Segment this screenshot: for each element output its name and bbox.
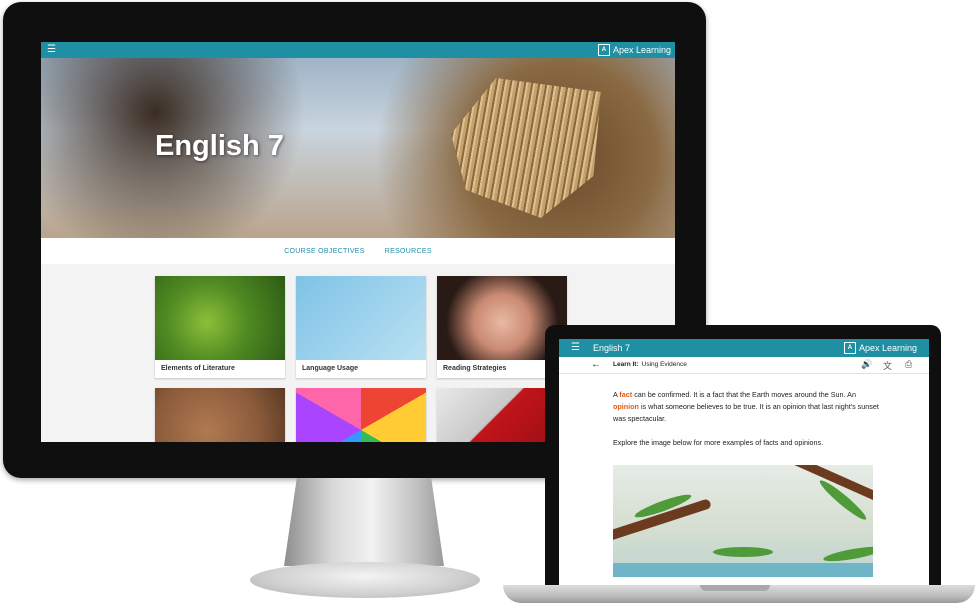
apex-logo-icon: A (597, 44, 610, 56)
breadcrumb: Learn It: Using Evidence (613, 361, 687, 368)
breadcrumb-section: Learn It: (613, 361, 639, 368)
unit-card-language-usage[interactable]: Language Usage (296, 276, 426, 378)
water (613, 563, 873, 577)
card-image (155, 276, 285, 360)
laptop-notch (700, 585, 770, 591)
lesson-content: A fact can be confirmed. It is a fact th… (613, 389, 883, 461)
unit-card-elements-of-literature[interactable]: Elements of Literature (155, 276, 285, 378)
course-hero-banner: English 7 (41, 58, 675, 238)
breadcrumb-topic: Using Evidence (641, 361, 687, 368)
menu-icon[interactable]: ☰ (571, 342, 580, 353)
monitor-stand-base (250, 562, 480, 598)
unit-card-5[interactable] (296, 388, 426, 442)
apex-logo-icon: A (843, 342, 856, 354)
translate-icon[interactable]: 文 (883, 359, 892, 372)
laptop: ☰ English 7 A Apex Learning ← Learn It: U… (545, 325, 941, 587)
card-image (296, 388, 426, 442)
interactive-lizard-image[interactable] (613, 465, 873, 577)
card-label: Language Usage (302, 365, 359, 372)
laptop-topbar: ☰ English 7 A Apex Learning (559, 339, 929, 357)
lizard-hotspot[interactable] (822, 543, 873, 565)
print-icon[interactable]: ⎙ (905, 359, 912, 370)
monitor-stand (284, 478, 444, 566)
brand-logo: A Apex Learning (843, 342, 917, 354)
book-illustration (451, 78, 601, 218)
course-nav: COURSE OBJECTIVES RESOURCES (41, 238, 675, 265)
laptop-screen: ☰ English 7 A Apex Learning ← Learn It: U… (559, 339, 929, 585)
lesson-toolbar: ← Learn It: Using Evidence 🔊 文 ⎙ (559, 357, 929, 374)
card-label: Elements of Literature (161, 365, 235, 372)
card-image (296, 276, 426, 360)
brand-logo: A Apex Learning (597, 44, 671, 56)
card-image (155, 388, 285, 442)
nav-resources[interactable]: RESOURCES (385, 248, 432, 255)
brand-name: Apex Learning (858, 343, 917, 353)
menu-icon[interactable]: ☰ (47, 44, 56, 56)
nav-course-objectives[interactable]: COURSE OBJECTIVES (284, 248, 365, 255)
lizard-hotspot[interactable] (713, 547, 773, 557)
back-arrow-icon[interactable]: ← (591, 359, 601, 371)
definition-paragraph: A fact can be confirmed. It is a fact th… (613, 389, 883, 425)
audio-icon[interactable]: 🔊 (861, 359, 872, 370)
term-fact[interactable]: fact (619, 390, 632, 399)
desktop-topbar: ☰ A Apex Learning (41, 42, 675, 58)
text-run: can be confirmed. It is a fact that the … (632, 390, 856, 399)
instruction-paragraph: Explore the image below for more example… (613, 438, 824, 447)
unit-card-4[interactable] (155, 388, 285, 442)
course-title: English 7 (155, 130, 284, 162)
laptop-course-title: English 7 (593, 343, 631, 353)
text-run: is what someone believes to be true. It … (613, 402, 879, 423)
brand-name: Apex Learning (612, 45, 671, 55)
term-opinion[interactable]: opinion (613, 402, 639, 411)
